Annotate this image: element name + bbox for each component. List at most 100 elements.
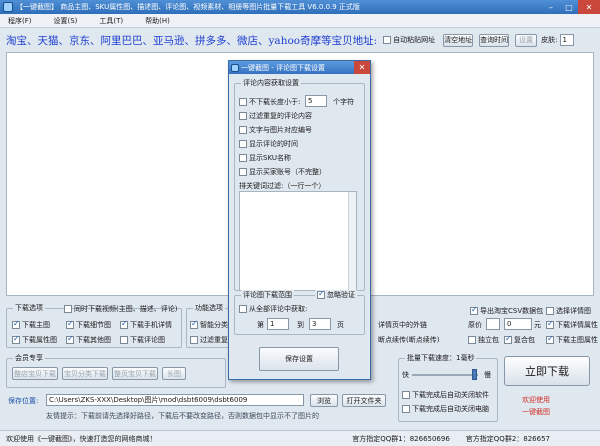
opt-main-attr[interactable]: 下载主图属性 xyxy=(546,334,598,345)
shop-download-button[interactable]: 整店宝贝下载 xyxy=(12,367,58,380)
menu-help[interactable]: 帮助(H) xyxy=(145,16,170,26)
opt-text-image-num[interactable]: 文字与图片对应编号 xyxy=(239,125,312,135)
keyword-scrollbar[interactable] xyxy=(348,192,356,290)
comment-settings-dialog: 一键截图 - 评论图下载设置 ✕ 评论内容获取设置 不下载长度小于: 5 个字符… xyxy=(228,60,371,380)
minimize-button[interactable]: – xyxy=(542,0,560,14)
sync-video-label: 同时下载视频(主图、描述、评论) xyxy=(74,305,178,313)
url-row: 淘宝、天猫、京东、阿里巴巴、亚马逊、拼多多、微店、yahoo奇摩等宝贝地址: 自… xyxy=(0,29,600,51)
text-image-num-checkbox[interactable] xyxy=(239,126,247,134)
welcome-use-link[interactable]: 欢迎使用 xyxy=(522,395,550,405)
orig-price-select[interactable] xyxy=(486,318,500,330)
page-download-button[interactable]: 整页宝贝下载 xyxy=(112,367,158,380)
open-folder-button[interactable]: 打开文件夹 xyxy=(342,394,386,407)
menu-program[interactable]: 程序(F) xyxy=(8,16,32,26)
min-length-input[interactable]: 5 xyxy=(305,95,327,107)
skin-select[interactable]: 1 xyxy=(559,34,574,46)
title-bar: 【一键截图】 商品主图、SKU属性图、描述图、评论图、视频素材、相册等图片批量下… xyxy=(0,0,600,14)
auto-paste-checkbox[interactable] xyxy=(383,36,392,44)
smart-classify-checkbox[interactable] xyxy=(190,319,198,329)
mobile-detail-checkbox[interactable] xyxy=(120,319,128,329)
single-pack-radio[interactable] xyxy=(468,336,476,344)
auto-close-app-checkbox[interactable] xyxy=(402,391,410,399)
skip-verify-checkbox[interactable] xyxy=(317,289,325,299)
detail-image-checkbox[interactable] xyxy=(66,319,74,329)
auto-shutdown-checkbox[interactable] xyxy=(402,405,410,413)
speed-slow-label: 慢 xyxy=(484,371,491,379)
opt-show-time[interactable]: 显示评论的时间 xyxy=(239,139,298,149)
opt-multi-pack[interactable]: 复合包 xyxy=(504,334,535,345)
show-buyer-checkbox[interactable] xyxy=(239,168,247,176)
speed-slider-thumb[interactable] xyxy=(472,369,477,380)
opt-skip-verify[interactable]: 忽略验证 xyxy=(315,289,357,300)
sync-video-option[interactable]: 同时下载视频(主图、描述、评论) xyxy=(64,304,177,314)
orig-price-input[interactable]: 0 xyxy=(504,318,532,330)
speed-slider-track[interactable] xyxy=(412,374,478,376)
choose-details-checkbox[interactable] xyxy=(546,307,554,315)
min-length-checkbox[interactable] xyxy=(239,98,247,106)
status-qq2[interactable]: 官方指定QQ群2：826657 xyxy=(466,434,550,444)
opt-filter-dup-comments[interactable]: 过滤重复的评论内容 xyxy=(239,111,312,121)
dialog-app-icon xyxy=(231,63,239,72)
filter-dup-comments-checkbox[interactable] xyxy=(239,112,247,120)
opt-detail-attr[interactable]: 下载详情属性 xyxy=(546,319,598,330)
other-image-label: 下载其他图 xyxy=(76,336,111,344)
save-path-input[interactable]: C:\Users\ZKS-XXX\Desktop\图片\mod\dsbt6009… xyxy=(46,394,304,406)
opt-show-sku[interactable]: 显示SKU名称 xyxy=(239,153,291,163)
clear-url-button[interactable]: 清空地址 xyxy=(443,33,474,47)
multi-pack-radio[interactable] xyxy=(504,334,512,344)
opt-smart-classify[interactable]: 智能分类 xyxy=(190,319,228,330)
opt-filter-dup[interactable]: 过滤重复 xyxy=(190,335,228,345)
opt-single-pack[interactable]: 独立包 xyxy=(468,335,499,345)
opt-main-image[interactable]: 下载主图 xyxy=(12,319,50,330)
status-qq1[interactable]: 官方指定QQ群1：826650696 xyxy=(352,434,450,444)
comment-image-checkbox[interactable] xyxy=(120,336,128,344)
long-image-button[interactable]: 长图 xyxy=(162,367,186,380)
page-from-input[interactable]: 1 xyxy=(267,318,289,330)
detail-attr-checkbox[interactable] xyxy=(546,319,554,329)
opt-show-buyer[interactable]: 显示买家账号（不完整） xyxy=(239,167,326,177)
opt-detail-image[interactable]: 下载细节图 xyxy=(66,319,111,330)
show-time-checkbox[interactable] xyxy=(239,140,247,148)
main-attr-checkbox[interactable] xyxy=(546,334,554,344)
status-welcome: 欢迎使用《一键截图》，快速打造您的网络商城！ xyxy=(6,434,157,443)
one-key-link[interactable]: 一键截图 xyxy=(522,407,550,417)
close-button[interactable]: ✕ xyxy=(578,0,600,14)
maximize-button[interactable]: □ xyxy=(560,0,578,14)
category-download-button[interactable]: 宝贝分类下载 xyxy=(62,367,108,380)
opt-comment-image[interactable]: 下载评论图 xyxy=(120,335,165,345)
dialog-close-button[interactable]: ✕ xyxy=(354,61,370,74)
dialog-title-bar: 一键截图 - 评论图下载设置 ✕ xyxy=(229,61,370,74)
opt-min-length[interactable]: 不下载长度小于: xyxy=(239,97,300,107)
menu-settings[interactable]: 设置(S) xyxy=(54,16,78,26)
opt-mobile-detail[interactable]: 下载手机详情 xyxy=(120,319,172,330)
show-sku-checkbox[interactable] xyxy=(239,154,247,162)
browse-button[interactable]: 浏览 xyxy=(310,394,338,407)
keyword-filter-textarea[interactable] xyxy=(239,191,357,291)
speed-fast-label: 快 xyxy=(402,371,409,379)
opt-attr-image[interactable]: 下载属性图 xyxy=(12,334,57,345)
opt-auto-shutdown[interactable]: 下载完成后自动关闭电脑 xyxy=(402,404,489,414)
opt-other-image[interactable]: 下载其他图 xyxy=(66,334,111,345)
settings-button[interactable]: 设置 xyxy=(515,33,538,47)
from-all-label: 从全部评论中获取: xyxy=(249,305,308,313)
from-all-checkbox[interactable] xyxy=(239,305,247,313)
attr-image-checkbox[interactable] xyxy=(12,334,20,344)
skin-label: 皮肤: xyxy=(541,36,558,44)
page-to-input[interactable]: 3 xyxy=(309,318,331,330)
other-image-checkbox[interactable] xyxy=(66,334,74,344)
opt-export-csv[interactable]: 导出淘宝CSV数据包 xyxy=(470,305,543,316)
save-settings-button[interactable]: 保存设置 xyxy=(259,347,339,371)
opt-choose-details[interactable]: 选择详情图 xyxy=(546,306,591,316)
main-image-checkbox[interactable] xyxy=(12,319,20,329)
sync-video-checkbox[interactable] xyxy=(64,305,72,313)
export-csv-checkbox[interactable] xyxy=(470,305,478,315)
text-image-num-label: 文字与图片对应编号 xyxy=(249,126,312,134)
menu-tools[interactable]: 工具(T) xyxy=(99,16,123,26)
opt-from-all[interactable]: 从全部评论中获取: xyxy=(239,304,307,314)
orig-price-label: 原价 xyxy=(468,320,482,330)
opt-auto-close-app[interactable]: 下载完成后自动关闭软件 xyxy=(402,390,489,400)
query-time-button[interactable]: 查询时间 xyxy=(479,33,510,47)
detail-link-label: 详情页中的外链 xyxy=(378,321,427,329)
filter-dup-checkbox[interactable] xyxy=(190,336,198,344)
download-now-button[interactable]: 立即下载 xyxy=(504,356,590,386)
